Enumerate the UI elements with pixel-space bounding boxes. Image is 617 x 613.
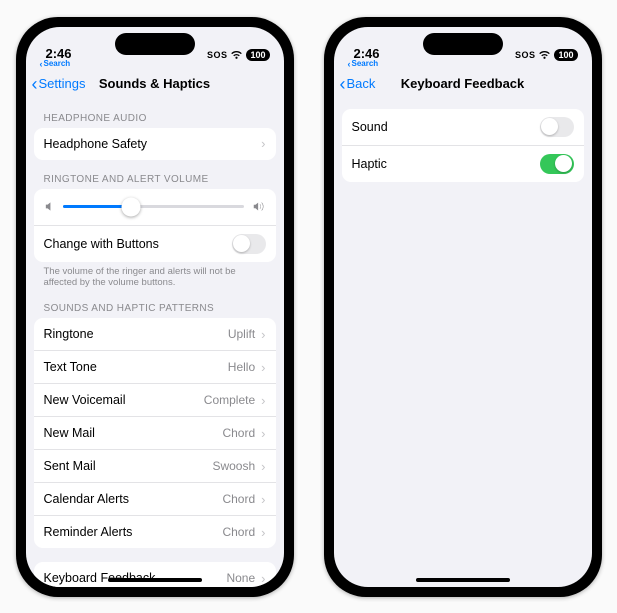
status-sos: SOS bbox=[515, 50, 536, 60]
slider-thumb[interactable] bbox=[122, 197, 141, 216]
row-text-tone[interactable]: Text Tone Hello › bbox=[34, 350, 276, 383]
row-label: Calendar Alerts bbox=[44, 492, 129, 506]
chevron-right-icon: › bbox=[261, 571, 265, 586]
row-label: Haptic bbox=[352, 157, 387, 171]
switch-change-with-buttons[interactable] bbox=[232, 234, 266, 254]
wifi-icon bbox=[230, 50, 243, 60]
speaker-low-icon bbox=[44, 201, 55, 212]
chevron-right-icon: › bbox=[261, 327, 265, 342]
switch-sound[interactable] bbox=[540, 117, 574, 137]
volume-slider[interactable] bbox=[63, 200, 244, 214]
chevron-right-icon: › bbox=[261, 360, 265, 375]
row-label: Reminder Alerts bbox=[44, 525, 133, 539]
nav-back-label: Settings bbox=[39, 76, 86, 91]
group-keyboard-feedback: Sound Haptic bbox=[342, 109, 584, 182]
row-label: New Mail bbox=[44, 426, 95, 440]
row-keyboard-feedback[interactable]: Keyboard Feedback None› bbox=[34, 562, 276, 586]
nav-back-button[interactable]: ‹ Back bbox=[340, 69, 376, 99]
row-value: Chord bbox=[222, 492, 255, 506]
row-label: Sound bbox=[352, 120, 388, 134]
notch bbox=[115, 33, 195, 55]
row-label: Sent Mail bbox=[44, 459, 96, 473]
group-headphone: Headphone Safety › bbox=[34, 128, 276, 160]
footer-change-note: The volume of the ringer and alerts will… bbox=[34, 262, 276, 290]
row-volume-slider bbox=[34, 189, 276, 225]
status-search-label: Search bbox=[352, 59, 379, 68]
row-value: Uplift bbox=[228, 327, 255, 341]
chevron-right-icon: › bbox=[261, 492, 265, 507]
row-voicemail[interactable]: New Voicemail Complete › bbox=[34, 383, 276, 416]
phone-right: 2:46 SOS 100 ‹ Search ‹ Back Keyboard Fe… bbox=[324, 17, 602, 597]
row-calendar-alerts[interactable]: Calendar Alerts Chord › bbox=[34, 482, 276, 515]
phone-left: 2:46 SOS 100 ‹ Search ‹ Settings Sounds … bbox=[16, 17, 294, 597]
row-label: Headphone Safety bbox=[44, 137, 148, 151]
chevron-left-icon: ‹ bbox=[348, 59, 351, 69]
chevron-right-icon: › bbox=[261, 459, 265, 474]
settings-content[interactable]: HEADPHONE AUDIO Headphone Safety › RINGT… bbox=[26, 99, 284, 587]
status-sos: SOS bbox=[207, 50, 228, 60]
switch-haptic[interactable] bbox=[540, 154, 574, 174]
chevron-right-icon: › bbox=[261, 393, 265, 408]
nav-bar: ‹ Settings Sounds & Haptics bbox=[26, 69, 284, 99]
status-back-search[interactable]: ‹ Search bbox=[348, 59, 379, 69]
nav-bar: ‹ Back Keyboard Feedback bbox=[334, 69, 592, 99]
status-back-search[interactable]: ‹ Search bbox=[40, 59, 71, 69]
row-sound: Sound bbox=[342, 109, 584, 145]
row-haptic: Haptic bbox=[342, 145, 584, 182]
row-label: Ringtone bbox=[44, 327, 94, 341]
nav-back-label: Back bbox=[347, 76, 376, 91]
page-title: Sounds & Haptics bbox=[99, 76, 210, 91]
page-title: Keyboard Feedback bbox=[401, 76, 525, 91]
group-ringtone-volume: Change with Buttons bbox=[34, 189, 276, 262]
row-headphone-safety[interactable]: Headphone Safety › bbox=[34, 128, 276, 160]
chevron-left-icon: ‹ bbox=[32, 75, 38, 93]
section-header-patterns: SOUNDS AND HAPTIC PATTERNS bbox=[34, 289, 276, 318]
chevron-right-icon: › bbox=[261, 136, 265, 151]
status-search-label: Search bbox=[44, 59, 71, 68]
row-value: Chord bbox=[222, 525, 255, 539]
notch bbox=[423, 33, 503, 55]
row-reminder-alerts[interactable]: Reminder Alerts Chord › bbox=[34, 515, 276, 548]
speaker-high-icon bbox=[252, 201, 266, 212]
group-patterns: Ringtone Uplift › Text Tone Hello › New Vo… bbox=[34, 318, 276, 548]
settings-content[interactable]: Sound Haptic bbox=[334, 99, 592, 587]
nav-back-button[interactable]: ‹ Settings bbox=[32, 69, 86, 99]
home-indicator[interactable] bbox=[416, 578, 510, 582]
row-change-with-buttons: Change with Buttons bbox=[34, 225, 276, 262]
row-ringtone[interactable]: Ringtone Uplift › bbox=[34, 318, 276, 350]
chevron-left-icon: ‹ bbox=[340, 75, 346, 93]
chevron-left-icon: ‹ bbox=[40, 59, 43, 69]
section-header-headphone: HEADPHONE AUDIO bbox=[34, 99, 276, 128]
row-value: None bbox=[226, 571, 255, 585]
row-value: Complete bbox=[204, 393, 255, 407]
row-value: Hello bbox=[228, 360, 255, 374]
row-label: Text Tone bbox=[44, 360, 97, 374]
status-battery: 100 bbox=[554, 49, 577, 61]
row-label: New Voicemail bbox=[44, 393, 126, 407]
screen: 2:46 SOS 100 ‹ Search ‹ Settings Sounds … bbox=[26, 27, 284, 587]
row-label: Change with Buttons bbox=[44, 237, 159, 251]
home-indicator[interactable] bbox=[108, 578, 202, 582]
chevron-right-icon: › bbox=[261, 426, 265, 441]
wifi-icon bbox=[538, 50, 551, 60]
group-keyboard-lock: Keyboard Feedback None› Lock Sound bbox=[34, 562, 276, 586]
screen: 2:46 SOS 100 ‹ Search ‹ Back Keyboard Fe… bbox=[334, 27, 592, 587]
status-battery: 100 bbox=[246, 49, 269, 61]
row-value: Swoosh bbox=[212, 459, 255, 473]
chevron-right-icon: › bbox=[261, 525, 265, 540]
row-value: Chord bbox=[222, 426, 255, 440]
row-new-mail[interactable]: New Mail Chord › bbox=[34, 416, 276, 449]
section-header-ringtone-volume: RINGTONE AND ALERT VOLUME bbox=[34, 160, 276, 189]
row-sent-mail[interactable]: Sent Mail Swoosh › bbox=[34, 449, 276, 482]
